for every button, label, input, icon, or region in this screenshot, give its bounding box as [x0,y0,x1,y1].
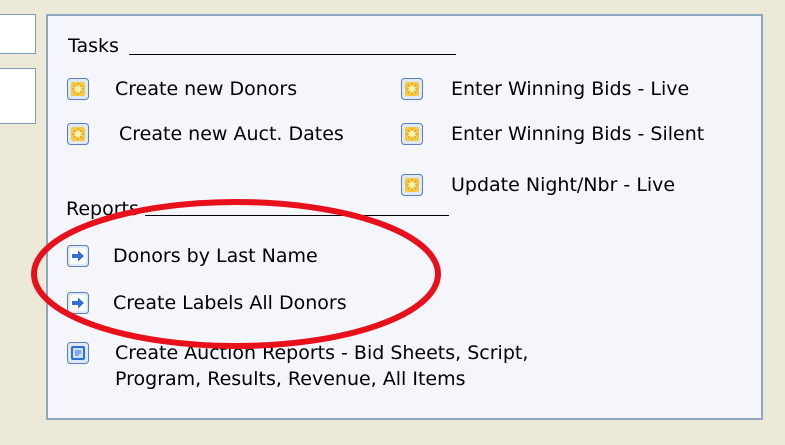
form-icon [401,78,423,100]
tasks-heading-rule [129,54,456,55]
window-background: Tasks Create new Donors Create new Auct.… [0,0,785,445]
left-input-field[interactable] [0,14,36,54]
task-update-night-nbr-live[interactable]: Update Night/Nbr - Live [401,174,675,196]
arrow-right-icon [67,292,89,314]
reports-heading: Reports [66,198,139,220]
task-enter-winning-bids-silent[interactable]: Enter Winning Bids - Silent [401,123,704,145]
task-create-new-donors[interactable]: Create new Donors [67,78,297,100]
report-label: Donors by Last Name [113,245,318,267]
task-create-new-auction-dates[interactable]: Create new Auct. Dates [67,123,344,145]
form-icon [67,78,89,100]
task-label: Create new Auct. Dates [119,123,344,145]
form-icon [401,123,423,145]
tasks-heading: Tasks [68,35,119,57]
task-label: Create new Donors [115,78,298,100]
arrow-right-icon [67,245,89,267]
reports-heading-rule [145,215,449,216]
report-form-icon [67,342,89,364]
report-create-labels-all-donors[interactable]: Create Labels All Donors [67,292,347,314]
report-donors-by-last-name[interactable]: Donors by Last Name [67,245,318,267]
task-label: Enter Winning Bids - Silent [451,123,705,145]
form-icon [401,174,423,196]
task-label: Update Night/Nbr - Live [451,174,676,196]
task-label: Enter Winning Bids - Live [451,78,690,100]
form-icon [67,123,89,145]
report-label: Create Auction Reports - Bid Sheets, Scr… [115,342,529,390]
report-create-auction-reports[interactable]: Create Auction Reports - Bid Sheets, Scr… [67,340,555,392]
report-label: Create Labels All Donors [113,292,347,314]
task-enter-winning-bids-live[interactable]: Enter Winning Bids - Live [401,78,689,100]
left-input-field-2[interactable] [0,68,36,124]
